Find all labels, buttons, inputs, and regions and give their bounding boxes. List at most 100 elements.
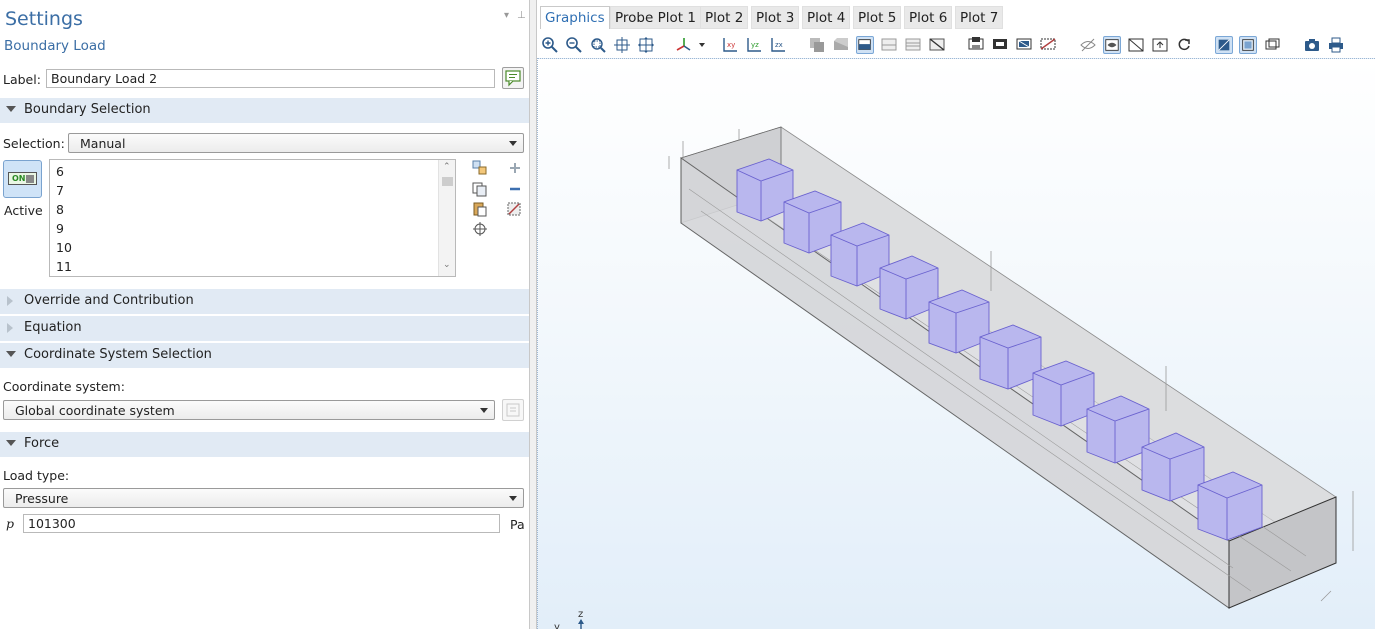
select-edges-icon[interactable] bbox=[880, 36, 898, 54]
tab-plot-4[interactable]: Plot 4 bbox=[802, 6, 851, 29]
panel-menu-icon[interactable]: ▾ bbox=[504, 10, 509, 21]
list-item[interactable]: 10 bbox=[56, 240, 72, 255]
selection-combobox[interactable]: Manual bbox=[68, 133, 524, 153]
section-equation[interactable]: Equation bbox=[0, 316, 529, 341]
cube-6[interactable] bbox=[979, 324, 1042, 390]
zoom-box-icon[interactable] bbox=[589, 36, 607, 54]
view-yz-icon[interactable]: yz bbox=[745, 36, 763, 54]
tab-probe-plot-1[interactable]: Probe Plot 1 bbox=[610, 6, 701, 29]
active-label: Active bbox=[4, 203, 43, 218]
transparency-icon[interactable] bbox=[1079, 36, 1097, 54]
chevron-down-icon[interactable] bbox=[697, 36, 707, 54]
scroll-thumb[interactable] bbox=[442, 177, 453, 186]
print-icon[interactable] bbox=[1327, 36, 1345, 54]
zoom-out-icon[interactable] bbox=[565, 36, 583, 54]
select-domains-icon[interactable] bbox=[832, 36, 850, 54]
scroll-down-icon[interactable]: ⌄ bbox=[443, 260, 451, 270]
zoom-selected-icon[interactable] bbox=[613, 36, 631, 54]
section-title: Coordinate System Selection bbox=[24, 347, 212, 362]
select-points-icon[interactable] bbox=[904, 36, 922, 54]
add-icon[interactable] bbox=[507, 160, 523, 176]
tab-graphics[interactable]: Graphics bbox=[540, 6, 610, 29]
expand-arrow-icon bbox=[7, 323, 13, 333]
paste-selection-icon[interactable] bbox=[472, 160, 488, 176]
list-item[interactable]: 7 bbox=[56, 183, 64, 198]
camera-icon[interactable] bbox=[1303, 36, 1321, 54]
wireframe-icon[interactable] bbox=[1103, 36, 1121, 54]
clear-selection-icon[interactable] bbox=[506, 201, 522, 217]
list-scrollbar[interactable]: ⌃ ⌄ bbox=[438, 160, 455, 276]
pressure-symbol: p bbox=[6, 516, 15, 531]
tab-plot-5[interactable]: Plot 5 bbox=[853, 6, 902, 29]
cube-9[interactable] bbox=[1141, 432, 1205, 502]
section-title: Boundary Selection bbox=[24, 102, 151, 117]
section-coordinate-system[interactable]: Coordinate System Selection bbox=[0, 343, 529, 368]
selection-caption: Selection: bbox=[3, 136, 65, 151]
settings-panel: Settings Boundary Load ▾ ⊥ Label: Bounda… bbox=[0, 0, 530, 629]
app-window: Settings Boundary Load ▾ ⊥ Label: Bounda… bbox=[0, 0, 1375, 629]
paste-icon[interactable] bbox=[472, 201, 488, 217]
zoom-in-icon[interactable] bbox=[541, 36, 559, 54]
section-boundary-selection[interactable]: Boundary Selection bbox=[0, 98, 529, 123]
panel-pin-icon[interactable]: ⊥ bbox=[517, 10, 526, 21]
layout-icon[interactable] bbox=[1263, 36, 1281, 54]
tab-plot-6[interactable]: Plot 6 bbox=[904, 6, 953, 29]
load-type-combobox[interactable]: Pressure bbox=[3, 488, 524, 508]
coordinate-go-to-source-button[interactable] bbox=[502, 399, 524, 421]
hide-icon-4[interactable] bbox=[1039, 36, 1057, 54]
copy-selection-icon[interactable] bbox=[472, 181, 488, 197]
go-to-source-icon bbox=[506, 403, 520, 417]
graphics-viewport[interactable]: z y bbox=[537, 58, 1375, 629]
cube-8[interactable] bbox=[1086, 395, 1150, 464]
select-boundaries-icon[interactable] bbox=[856, 36, 874, 54]
graphics-tab-bar: Graphics Probe Plot 1 Plot 2 Plot 3 Plot… bbox=[537, 0, 1375, 32]
tab-plot-3[interactable]: Plot 3 bbox=[751, 6, 800, 29]
show-grid-icon[interactable] bbox=[1127, 36, 1145, 54]
panel-title: Settings bbox=[5, 8, 83, 30]
select-objects-icon[interactable] bbox=[808, 36, 826, 54]
zoom-extents-icon[interactable] bbox=[637, 36, 655, 54]
hide-icon-1[interactable] bbox=[967, 36, 985, 54]
coordinate-system-caption: Coordinate system: bbox=[3, 379, 125, 394]
show-axes-icon[interactable] bbox=[1151, 36, 1169, 54]
section-force[interactable]: Force bbox=[0, 432, 529, 457]
load-type-caption: Load type: bbox=[3, 468, 70, 483]
scroll-up-icon[interactable]: ⌃ bbox=[443, 162, 451, 172]
cube-7[interactable] bbox=[1032, 360, 1095, 427]
section-title: Force bbox=[24, 436, 60, 451]
collapse-arrow-icon bbox=[6, 351, 16, 357]
graphics-toolbar: xy yz zx bbox=[537, 32, 1375, 58]
remove-icon[interactable] bbox=[507, 181, 523, 197]
expand-arrow-icon bbox=[7, 296, 13, 306]
hide-icon-2[interactable] bbox=[991, 36, 1009, 54]
label-field[interactable]: Boundary Load 2 bbox=[46, 69, 495, 88]
panel-splitter[interactable] bbox=[529, 0, 537, 629]
list-item[interactable]: 8 bbox=[56, 202, 64, 217]
load-cubes bbox=[736, 158, 1263, 541]
reset-icon[interactable] bbox=[1175, 36, 1193, 54]
view-xy-icon[interactable]: xy bbox=[721, 36, 739, 54]
scene-light-icon[interactable] bbox=[1215, 36, 1233, 54]
model-geometry-canvas[interactable]: z y bbox=[538, 59, 1375, 629]
active-toggle-button[interactable]: ON bbox=[3, 160, 42, 198]
render-icon[interactable] bbox=[1239, 36, 1257, 54]
chevron-down-icon bbox=[509, 141, 517, 146]
list-item[interactable]: 6 bbox=[56, 164, 64, 179]
views-icon[interactable] bbox=[675, 36, 693, 54]
axis-triad: z y bbox=[554, 609, 584, 629]
deselect-icon[interactable] bbox=[928, 36, 946, 54]
boundary-list[interactable]: 6 7 8 9 10 11 ⌃ ⌄ bbox=[49, 159, 456, 277]
section-override-contribution[interactable]: Override and Contribution bbox=[0, 289, 529, 314]
tab-plot-2[interactable]: Plot 2 bbox=[700, 6, 749, 29]
coordinate-system-combobox[interactable]: Global coordinate system bbox=[3, 400, 495, 420]
label-comment-button[interactable] bbox=[502, 67, 524, 89]
cube-10[interactable] bbox=[1197, 471, 1263, 541]
hide-icon-3[interactable] bbox=[1015, 36, 1033, 54]
list-item[interactable]: 9 bbox=[56, 221, 64, 236]
tab-plot-7[interactable]: Plot 7 bbox=[955, 6, 1004, 29]
pressure-input[interactable]: 101300 bbox=[23, 514, 500, 533]
svg-text:zx: zx bbox=[775, 41, 783, 49]
list-item[interactable]: 11 bbox=[56, 259, 72, 274]
zoom-to-selection-icon[interactable] bbox=[472, 221, 488, 237]
view-zx-icon[interactable]: zx bbox=[769, 36, 787, 54]
